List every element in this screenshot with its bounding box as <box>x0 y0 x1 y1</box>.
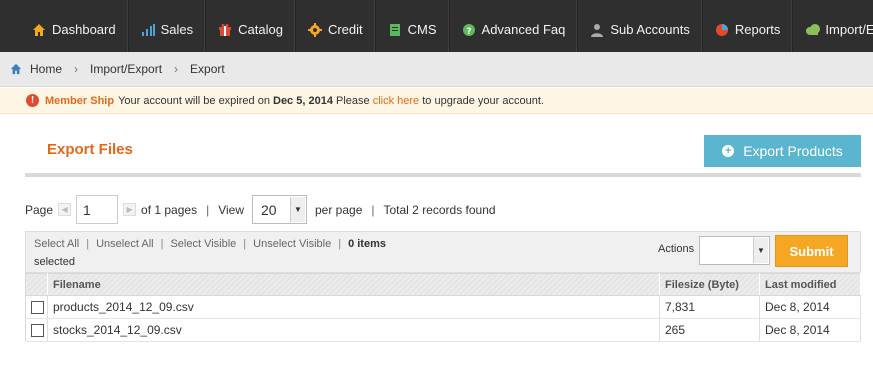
nav-item-sales[interactable]: Sales <box>127 0 206 60</box>
notice-text-after: to upgrade your account. <box>422 94 544 107</box>
home-icon <box>10 63 22 75</box>
unselect-all-link[interactable]: Unselect All <box>96 238 153 250</box>
svg-text:?: ? <box>466 27 471 37</box>
massaction-bar: Select All | Unselect All | Select Visible | U… <box>25 231 861 273</box>
nav-label: Advanced Faq <box>481 22 566 37</box>
unselect-visible-link[interactable]: Unselect Visible <box>253 238 331 250</box>
cell-modified: Dec 8, 2014 <box>759 318 861 342</box>
gear-icon <box>307 22 322 37</box>
header-filesize[interactable]: Filesize (Byte) <box>659 273 760 296</box>
prev-page-icon[interactable]: ◀ <box>58 203 72 216</box>
select-all-link[interactable]: Select All <box>34 238 79 250</box>
plus-icon: + <box>722 145 735 157</box>
export-files-table: Filename Filesize (Byte) Last modified p… <box>25 273 861 342</box>
view-label: View <box>218 202 244 217</box>
nav-item-advanced-faq[interactable]: ? Advanced Faq <box>448 0 578 60</box>
nav-label: CMS <box>407 22 437 37</box>
breadcrumb-import-export[interactable]: Import/Export <box>90 62 162 76</box>
page-title: Export Files <box>47 141 133 158</box>
nav-item-credit[interactable]: Credit <box>294 0 375 60</box>
row-checkbox-cell <box>25 295 48 319</box>
upgrade-link[interactable]: click here <box>373 95 419 107</box>
breadcrumb-current: Export <box>190 62 225 76</box>
separator: | <box>371 202 375 217</box>
page-input[interactable]: 1 <box>76 195 119 224</box>
per-page-value: 20 <box>261 201 277 218</box>
nav-item-sub-accounts[interactable]: Sub Accounts <box>577 0 702 60</box>
breadcrumb-home[interactable]: Home <box>30 62 62 76</box>
per-page-select[interactable]: 20 ▼ <box>252 195 307 224</box>
chevron-down-icon: ▼ <box>290 197 305 222</box>
selected-word: selected <box>34 256 75 268</box>
nav-item-catalog[interactable]: Catalog <box>205 0 295 60</box>
export-products-label: Export Products <box>743 143 843 159</box>
chevron-down-icon: ▼ <box>753 238 768 263</box>
selected-count: 0 items <box>348 238 386 250</box>
pager: Page ◀ 1 ▶ of 1 pages | View 20 ▼ per pa… <box>25 195 496 224</box>
header-checkbox-column <box>25 273 48 296</box>
notice-date: Dec 5, 2014 <box>273 94 333 107</box>
export-products-button[interactable]: + Export Products <box>704 135 861 167</box>
notice-title: Member Ship <box>45 94 115 107</box>
breadcrumb: Home › Import/Export › Export <box>0 52 873 87</box>
of-pages-text: of 1 pages <box>141 202 198 217</box>
row-checkbox[interactable] <box>31 301 44 315</box>
pie-chart-icon <box>715 23 729 37</box>
document-icon <box>388 23 402 37</box>
row-checkbox-cell <box>25 318 48 342</box>
home-icon <box>32 23 46 37</box>
users-icon <box>590 23 604 37</box>
next-page-icon[interactable]: ▶ <box>123 203 137 216</box>
cloud-icon <box>805 23 821 37</box>
divider <box>25 173 861 177</box>
nav-label: Credit <box>327 22 363 37</box>
top-nav: Dashboard Sales Catalog Credit CMS ? Adv… <box>0 0 873 60</box>
notice-text-mid: Please <box>336 94 370 107</box>
cell-filesize: 265 <box>659 318 760 342</box>
nav-item-cms[interactable]: CMS <box>374 0 449 60</box>
table-row[interactable]: products_2014_12_09.csv 7,831 Dec 8, 201… <box>25 295 861 319</box>
notice-text: Your account will be expired on <box>118 94 270 107</box>
total-records: Total 2 records found <box>383 202 496 217</box>
actions-label: Actions <box>658 243 695 255</box>
select-visible-link[interactable]: Select Visible <box>170 238 236 250</box>
per-page-text: per page <box>315 202 363 217</box>
question-icon: ? <box>462 23 476 37</box>
nav-label: Dashboard <box>52 22 116 37</box>
nav-label: Sales <box>160 22 194 37</box>
gift-icon <box>218 23 232 37</box>
nav-label: Import/Export <box>825 22 873 37</box>
bar-chart-icon <box>141 23 155 37</box>
page-label: Page <box>25 202 54 217</box>
header-filename[interactable]: Filename <box>47 273 660 296</box>
nav-label: Reports <box>734 22 781 37</box>
nav-item-dashboard[interactable]: Dashboard <box>20 0 128 60</box>
header-last-modified[interactable]: Last modified <box>759 273 861 296</box>
row-checkbox[interactable] <box>31 324 44 338</box>
cell-filename: stocks_2014_12_09.csv <box>47 318 660 342</box>
cell-filesize: 7,831 <box>659 295 760 319</box>
membership-notice: ! Member Ship Your account will be expir… <box>0 88 873 114</box>
separator: | <box>206 202 210 217</box>
cell-modified: Dec 8, 2014 <box>759 295 861 319</box>
warning-icon: ! <box>26 94 39 107</box>
nav-label: Catalog <box>238 22 283 37</box>
actions-select[interactable]: ▼ <box>699 236 770 265</box>
nav-item-import-export[interactable]: Import/Export <box>792 0 873 60</box>
chevron-right-icon: › <box>174 62 179 76</box>
cell-filename: products_2014_12_09.csv <box>47 295 660 319</box>
submit-button[interactable]: Submit <box>775 235 848 267</box>
nav-label: Sub Accounts <box>610 22 690 37</box>
nav-item-reports[interactable]: Reports <box>701 0 793 60</box>
massaction-links: Select All | Unselect All | Select Visible | U… <box>34 238 386 250</box>
chevron-right-icon: › <box>74 62 79 76</box>
table-row[interactable]: stocks_2014_12_09.csv 265 Dec 8, 2014 <box>25 318 861 342</box>
table-header-row: Filename Filesize (Byte) Last modified <box>25 273 861 296</box>
